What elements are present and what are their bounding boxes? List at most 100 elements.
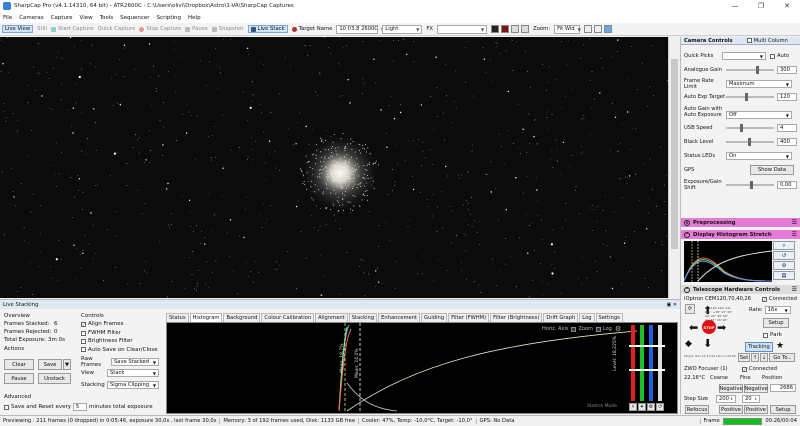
- frame-rate-select[interactable]: Maximum ▼: [726, 80, 792, 88]
- luminance-level-bar[interactable]: [658, 325, 662, 401]
- home-icon[interactable]: ◆: [685, 340, 692, 349]
- chart-icon[interactable]: ▤: [773, 271, 795, 280]
- frame-type-select[interactable]: Light ▼: [382, 24, 423, 34]
- arrow-left-icon[interactable]: ⬅: [689, 322, 698, 333]
- tab-filter-brightness[interactable]: Filter (Brightness): [490, 313, 543, 322]
- auto-save-checkbox[interactable]: [81, 347, 86, 353]
- blue-level-bar[interactable]: [649, 325, 653, 401]
- goto-button[interactable]: Go To..: [769, 353, 795, 362]
- menu-view[interactable]: View: [80, 15, 93, 21]
- telescope-section-header[interactable]: ^ Telescope Hardware Controls ☰: [681, 285, 800, 294]
- pause-stack-button[interactable]: Pause: [4, 373, 34, 384]
- log-checkbox[interactable]: [595, 326, 601, 332]
- slider-handle[interactable]: [755, 66, 759, 74]
- stacking-select[interactable]: Sigma Clipping ▼: [107, 381, 159, 389]
- gear-icon[interactable]: ⚙: [773, 261, 795, 270]
- save-button[interactable]: Save: [38, 359, 62, 370]
- red-level-bar[interactable]: [631, 325, 635, 401]
- expgain-shift-input[interactable]: 0,00: [777, 181, 797, 189]
- reset-icon[interactable]: ↺: [656, 403, 664, 411]
- wand-icon[interactable]: ✦: [638, 403, 646, 411]
- level-handle-upper[interactable]: [629, 345, 665, 347]
- start-capture-button[interactable]: Start Capture: [50, 26, 94, 32]
- still-button[interactable]: Still: [37, 26, 47, 32]
- snapshot-button[interactable]: Snapshot: [211, 26, 244, 32]
- save-reset-checkbox[interactable]: [4, 404, 9, 410]
- raw-frames-select[interactable]: Save Stacked ▼: [111, 358, 159, 366]
- fwhm-filter-checkbox[interactable]: [81, 330, 86, 336]
- histogram-panel[interactable]: Mean: 18.7% Mean: 24.0% Horiz. Axis Zoom…: [166, 322, 678, 414]
- arrow-up-small-icon[interactable]: ↑: [751, 353, 759, 362]
- tab-histogram[interactable]: Histogram: [189, 313, 223, 322]
- menu-cameras[interactable]: Cameras: [19, 15, 43, 21]
- tab-filter-fwhm[interactable]: Filter (FWHM): [448, 313, 490, 322]
- hamburger-menu-icon[interactable]: ☰: [792, 231, 797, 238]
- spinner-icon[interactable]: ⇕: [730, 397, 733, 401]
- minimize-button[interactable]: —: [722, 0, 748, 12]
- rotate-icon[interactable]: ⟳: [685, 304, 695, 314]
- panel-controls-icon[interactable]: ▣ ✕: [666, 302, 677, 308]
- live-image-viewport[interactable]: [0, 37, 668, 298]
- fit-icon[interactable]: [584, 25, 593, 33]
- positive-coarse-button[interactable]: Positive: [719, 405, 743, 414]
- tools-icon[interactable]: [604, 25, 613, 33]
- pause-button[interactable]: Pause: [185, 26, 208, 32]
- fx-select[interactable]: ▼: [437, 24, 488, 34]
- menu-file[interactable]: File: [3, 15, 12, 21]
- menu-scripting[interactable]: Scripting: [157, 15, 181, 21]
- menu-capture[interactable]: Capture: [51, 15, 73, 21]
- arrow-down-icon[interactable]: ⬇: [703, 338, 712, 349]
- live-stack-button[interactable]: Live Stack: [247, 25, 288, 33]
- analogue-gain-slider[interactable]: [726, 66, 774, 74]
- menu-help[interactable]: Help: [188, 15, 201, 21]
- unstack-button[interactable]: Unstack: [38, 373, 71, 384]
- arrow-down-small-icon[interactable]: ↓: [760, 353, 768, 362]
- stop-button[interactable]: STOP: [702, 320, 716, 334]
- stretch-histogram-graph[interactable]: [683, 241, 773, 282]
- hamburger-menu-icon[interactable]: ☰: [792, 219, 797, 226]
- crosshair-icon[interactable]: [594, 25, 603, 33]
- mount-setup-button[interactable]: Setup: [763, 318, 789, 328]
- slider-handle[interactable]: [740, 124, 744, 132]
- tab-settings[interactable]: Settings: [595, 313, 623, 322]
- usb-speed-slider[interactable]: [726, 124, 774, 132]
- analogue-gain-input[interactable]: 300: [777, 66, 797, 74]
- arrow-right-icon[interactable]: ➡: [717, 322, 726, 333]
- multi-column-checkbox[interactable]: [746, 38, 752, 43]
- auto-stretch-icon[interactable]: ⚡: [629, 403, 637, 411]
- set-button[interactable]: Set: [738, 353, 750, 362]
- auto-exp-target-slider[interactable]: [726, 93, 774, 101]
- menu-sequencer[interactable]: Sequencer: [120, 15, 149, 21]
- tab-colour-calibration[interactable]: Colour Calibration: [261, 313, 315, 322]
- black-level-input[interactable]: 400: [777, 138, 797, 146]
- level-handle-lower[interactable]: [629, 369, 665, 371]
- step-fine-input[interactable]: 20 ⇕: [742, 395, 760, 403]
- black-level-slider[interactable]: [726, 138, 774, 146]
- negative-coarse-button[interactable]: Negative: [719, 384, 743, 393]
- close-button[interactable]: ✕: [774, 0, 800, 12]
- green-level-bar[interactable]: [640, 325, 644, 401]
- tab-background[interactable]: Background: [223, 313, 261, 322]
- zoom-checkbox[interactable]: [571, 326, 577, 332]
- hamburger-menu-icon[interactable]: ☰: [792, 286, 797, 293]
- quick-capture-button[interactable]: Quick Capture: [98, 26, 136, 32]
- preprocessing-section-header[interactable]: v Preprocessing ☰: [681, 218, 800, 227]
- maximize-button[interactable]: ❐: [748, 0, 774, 12]
- align-frames-checkbox[interactable]: ✓: [81, 322, 86, 328]
- expgain-shift-slider[interactable]: [726, 181, 774, 189]
- color-swatch-red[interactable]: [501, 25, 510, 33]
- show-data-button[interactable]: Show Data: [750, 165, 794, 175]
- auto-gain-select[interactable]: Off ▼: [726, 111, 792, 119]
- grid-icon[interactable]: [511, 25, 520, 33]
- tab-log[interactable]: Log: [579, 313, 595, 322]
- status-leds-select[interactable]: On ▼: [726, 152, 792, 160]
- tab-enhancement[interactable]: Enhancement: [378, 313, 421, 322]
- live-view-button[interactable]: Live View: [2, 25, 34, 33]
- slider-handle[interactable]: [745, 93, 749, 101]
- gear-icon[interactable]: ⚙: [647, 403, 655, 411]
- tab-drift-graph[interactable]: Drift Graph: [543, 313, 579, 322]
- usb-speed-input[interactable]: 4: [777, 124, 797, 132]
- mount-connected-checkbox[interactable]: ✓: [762, 296, 767, 302]
- auto-stretch-icon[interactable]: ⚡: [773, 241, 795, 250]
- park-button[interactable]: Park: [763, 330, 789, 340]
